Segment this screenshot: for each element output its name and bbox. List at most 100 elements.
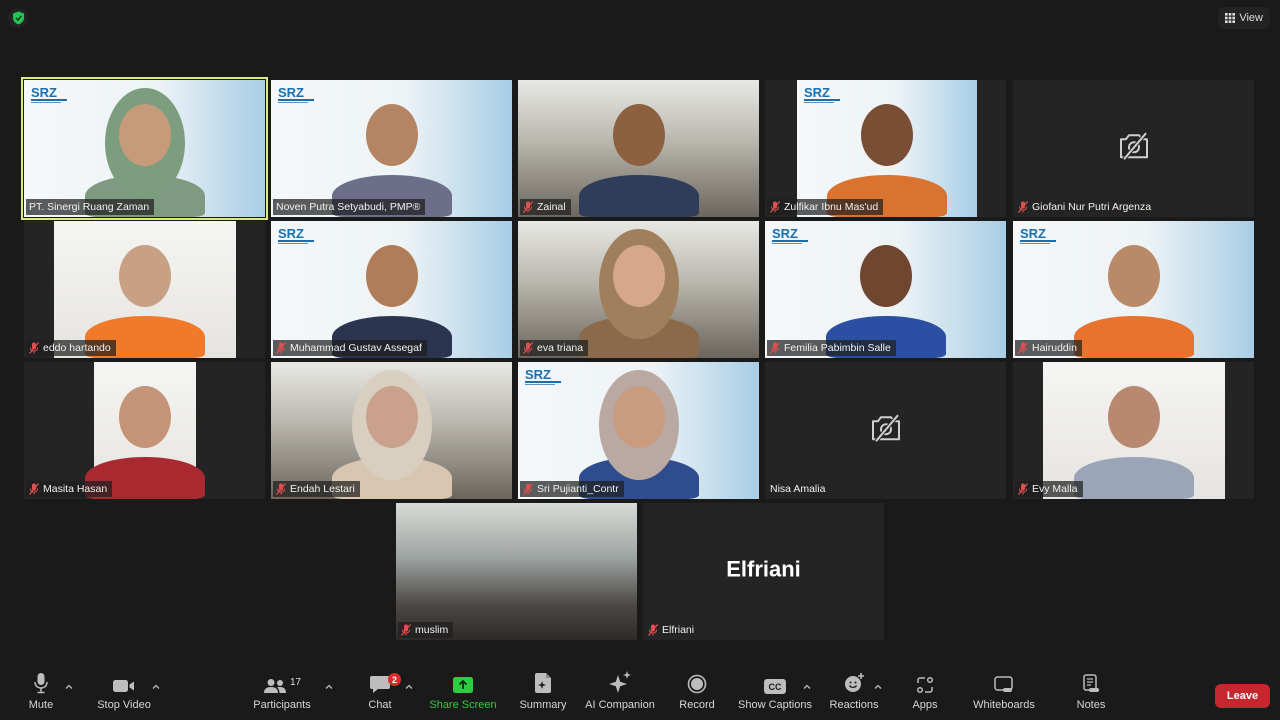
video-options-caret-icon[interactable] — [151, 682, 161, 692]
emoji-add-icon — [845, 673, 864, 692]
participants-label: Participants — [253, 699, 311, 711]
participant-name: Zulfikar Ibnu Mas'ud — [784, 201, 879, 213]
share-screen-button[interactable]: Share Screen — [428, 668, 498, 720]
participant-face — [1108, 386, 1160, 448]
srz-consultant-logo: SRZ — [772, 226, 808, 244]
participant-video: SRZ — [797, 80, 977, 217]
participant-tile[interactable]: Nisa Amalia — [765, 362, 1006, 499]
participant-name-bar: Zainal — [520, 199, 571, 215]
participant-tile[interactable]: Endah Lestari — [271, 362, 512, 499]
participant-tile[interactable]: Masita Hasan — [24, 362, 265, 499]
participant-video: SRZ — [24, 80, 265, 217]
show-captions-label: Show Captions — [738, 699, 812, 711]
participant-name: Sri Pujianti_Contr — [537, 483, 619, 495]
participants-options-caret-icon[interactable] — [324, 682, 334, 692]
participant-tile[interactable]: SRZ PT. Sinergi Ruang Zaman — [21, 77, 268, 220]
participant-video — [518, 221, 759, 358]
notes-label: Notes — [1076, 699, 1106, 711]
stop-video-button[interactable]: Stop Video — [94, 668, 154, 720]
apps-button[interactable]: Apps — [908, 668, 942, 720]
participant-tile[interactable]: Evy Malla — [1013, 362, 1254, 499]
microphone-icon — [34, 673, 48, 694]
muted-microphone-icon — [770, 342, 780, 354]
apps-label: Apps — [912, 699, 938, 711]
participant-tile[interactable]: eddo hartando — [24, 221, 265, 358]
mute-button[interactable]: Mute — [22, 668, 60, 720]
participant-name: PT. Sinergi Ruang Zaman — [29, 201, 150, 213]
participant-video: SRZ — [271, 80, 512, 217]
participant-tile[interactable]: Zainal — [518, 80, 759, 217]
participant-tile[interactable]: Elfriani Elfriani — [643, 503, 884, 640]
whiteboards-button[interactable]: Whiteboards — [970, 668, 1038, 720]
show-captions-button[interactable]: CC Show Captions — [738, 668, 812, 720]
muted-microphone-icon — [523, 201, 533, 213]
participant-face — [365, 104, 418, 166]
participant-name-bar: Elfriani — [645, 622, 699, 638]
participant-video — [271, 362, 512, 499]
participants-button[interactable]: 17 Participants — [252, 668, 312, 720]
chat-unread-badge: 2 — [388, 673, 401, 686]
svg-text:SRZ: SRZ — [31, 85, 57, 100]
muted-microphone-icon — [523, 483, 533, 495]
notes-icon — [1083, 674, 1099, 692]
whiteboard-icon — [994, 676, 1013, 692]
participant-tile[interactable]: SRZ Hairuddin — [1013, 221, 1254, 358]
participant-face — [612, 245, 665, 307]
muted-microphone-icon — [1018, 483, 1028, 495]
participant-tile[interactable]: SRZ Femilia Pabimbin Salle — [765, 221, 1006, 358]
participant-face — [118, 104, 171, 166]
participant-tile[interactable]: eva triana — [518, 221, 759, 358]
participant-name-bar: Femilia Pabimbin Salle — [767, 340, 896, 356]
srz-consultant-logo: SRZ — [525, 367, 561, 385]
participant-tile[interactable]: SRZ Sri Pujianti_Contr — [518, 362, 759, 499]
participant-face — [861, 104, 913, 166]
participant-tile[interactable]: Giofani Nur Putri Argenza — [1013, 80, 1254, 217]
sparkle-icon — [609, 671, 631, 693]
muted-microphone-icon — [770, 201, 780, 213]
participant-name: Hairuddin — [1032, 342, 1077, 354]
cc-icon: CC — [764, 679, 786, 694]
svg-text:SRZ: SRZ — [278, 85, 304, 100]
participant-name: eddo hartando — [43, 342, 111, 354]
summary-button[interactable]: Summary — [516, 668, 570, 720]
participant-name-bar: Hairuddin — [1015, 340, 1082, 356]
participant-video: SRZ — [271, 221, 512, 358]
participant-face — [119, 386, 171, 448]
participant-name: Nisa Amalia — [770, 483, 826, 495]
share-screen-icon — [453, 677, 473, 693]
record-button[interactable]: Record — [676, 668, 718, 720]
reactions-options-caret-icon[interactable] — [873, 682, 883, 692]
participant-name: Noven Putra Setyabudi, PMP® — [276, 201, 421, 213]
participant-count: 17 — [289, 677, 302, 688]
participant-name-bar: eva triana — [520, 340, 589, 356]
participant-face — [612, 104, 665, 166]
ai-companion-button[interactable]: AI Companion — [584, 668, 656, 720]
participant-tile[interactable]: SRZ Noven Putra Setyabudi, PMP® — [271, 80, 512, 217]
participant-name-bar: Muhammad Gustav Assegaf — [273, 340, 427, 356]
participant-tile[interactable]: muslim — [396, 503, 637, 640]
leave-button[interactable]: Leave — [1215, 684, 1270, 708]
captions-options-caret-icon[interactable] — [802, 682, 812, 692]
participant-face — [612, 386, 665, 448]
participant-video — [54, 221, 236, 358]
participant-name-bar: Zulfikar Ibnu Mas'ud — [767, 199, 884, 215]
participant-name: Giofani Nur Putri Argenza — [1032, 201, 1152, 213]
participant-tile[interactable]: SRZ Muhammad Gustav Assegaf — [271, 221, 512, 358]
audio-options-caret-icon[interactable] — [64, 682, 74, 692]
participant-name: Femilia Pabimbin Salle — [784, 342, 891, 354]
reactions-button[interactable]: Reactions — [828, 668, 880, 720]
chat-options-caret-icon[interactable] — [404, 682, 414, 692]
svg-text:SRZ: SRZ — [1020, 226, 1046, 241]
muted-microphone-icon — [401, 624, 411, 636]
muted-microphone-icon — [276, 342, 286, 354]
participant-tile[interactable]: SRZ Zulfikar Ibnu Mas'ud — [765, 80, 1006, 217]
participant-name: Endah Lestari — [290, 483, 355, 495]
srz-consultant-logo: SRZ — [804, 85, 840, 103]
notes-button[interactable]: Notes — [1072, 668, 1110, 720]
video-off-icon — [871, 413, 900, 442]
summary-label: Summary — [519, 699, 567, 711]
participant-name-bar: Endah Lestari — [273, 481, 360, 497]
chat-label: Chat — [368, 699, 392, 711]
participant-display-name: Elfriani — [726, 555, 801, 581]
chat-button[interactable]: 2 Chat — [360, 668, 401, 720]
